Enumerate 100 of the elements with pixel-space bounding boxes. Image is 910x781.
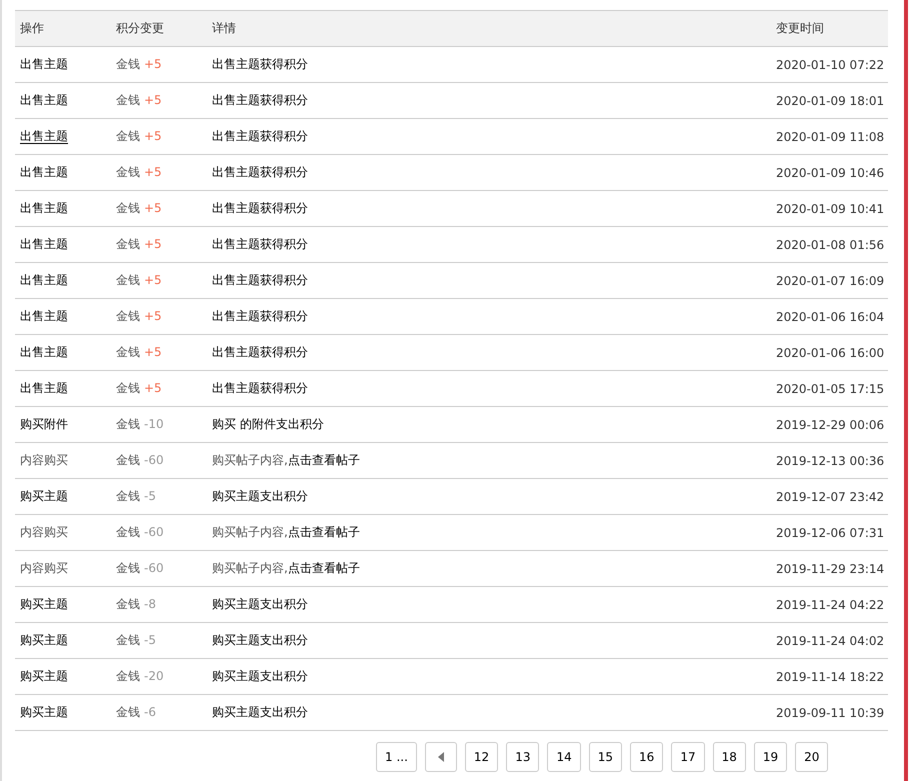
change-time: 2019-12-06 07:31 [776, 526, 884, 540]
detail-text: 购买主题支出积分 [212, 633, 308, 647]
change-time: 2020-01-09 18:01 [776, 94, 884, 108]
detail-text: 购买主题支出积分 [212, 489, 308, 503]
amount-change: -60 [144, 561, 164, 575]
amount-change: -60 [144, 525, 164, 539]
page-button[interactable]: 12 [464, 742, 498, 772]
amount-change: +5 [144, 345, 162, 359]
amount-change: -20 [144, 669, 164, 683]
change-time: 2020-01-10 07:22 [776, 58, 884, 72]
detail-text: 出售主题获得积分 [212, 345, 308, 359]
change-time: 2020-01-06 16:00 [776, 346, 884, 360]
currency-name: 金钱 [116, 129, 140, 143]
change-time: 2020-01-05 17:15 [776, 382, 884, 396]
detail-text: 出售主题获得积分 [212, 129, 308, 143]
column-header: 详情 [211, 20, 237, 37]
detail-text: 出售主题获得积分 [212, 165, 308, 179]
action-link[interactable]: 购买主题 [20, 669, 68, 683]
amount-change: +5 [144, 237, 162, 251]
action-link[interactable]: 出售主题 [20, 93, 68, 107]
change-time: 2020-01-08 01:56 [776, 238, 884, 252]
page-button[interactable]: 15 [588, 742, 622, 772]
detail-text: 出售主题获得积分 [212, 381, 308, 395]
amount-change: -10 [144, 417, 164, 431]
detail-text: 购买帖子内容, [212, 453, 288, 467]
currency-name: 金钱 [116, 165, 140, 179]
change-time: 2020-01-07 16:09 [776, 274, 884, 288]
currency-name: 金钱 [116, 273, 140, 287]
view-post-link[interactable]: 点击查看帖子 [288, 561, 360, 575]
amount-change: -5 [144, 489, 156, 503]
change-time: 2019-12-07 23:42 [776, 490, 884, 504]
amount-change: +5 [144, 165, 162, 179]
detail-text: 购买帖子内容, [212, 525, 288, 539]
action-text: 内容购买 [20, 525, 68, 539]
column-header: 变更时间 [775, 20, 825, 37]
detail-text: 出售主题获得积分 [212, 237, 308, 251]
currency-name: 金钱 [116, 453, 140, 467]
amount-change: +5 [144, 57, 162, 71]
action-link[interactable]: 出售主题 [20, 201, 68, 215]
detail-text: 出售主题获得积分 [212, 93, 308, 107]
detail-text: 购买主题支出积分 [212, 705, 308, 719]
action-link[interactable]: 购买主题 [20, 597, 68, 611]
page-button[interactable]: 19 [754, 742, 788, 772]
action-link[interactable]: 购买附件 [20, 417, 68, 431]
amount-change: -6 [144, 705, 156, 719]
column-header: 操作 [19, 20, 45, 37]
change-time: 2019-12-29 00:06 [776, 418, 884, 432]
action-link[interactable]: 购买主题 [20, 633, 68, 647]
currency-name: 金钱 [116, 57, 140, 71]
currency-name: 金钱 [116, 309, 140, 323]
change-time: 2019-11-24 04:22 [776, 598, 884, 612]
view-post-link[interactable]: 点击查看帖子 [288, 453, 360, 467]
detail-text: 购买主题支出积分 [212, 597, 308, 611]
detail-text: 购买 的附件支出积分 [212, 417, 324, 431]
column-header: 积分变更 [115, 20, 165, 37]
caret-left-icon [438, 752, 444, 762]
view-post-link[interactable]: 点击查看帖子 [288, 525, 360, 539]
action-text: 内容购买 [20, 561, 68, 575]
amount-change: -5 [144, 633, 156, 647]
currency-name: 金钱 [116, 597, 140, 611]
page-button[interactable]: 16 [630, 742, 664, 772]
currency-name: 金钱 [116, 417, 140, 431]
action-link[interactable]: 出售主题 [20, 237, 68, 251]
amount-change: +5 [144, 309, 162, 323]
action-link[interactable]: 出售主题 [20, 309, 68, 323]
page-button[interactable]: 13 [506, 742, 540, 772]
change-time: 2019-09-11 10:39 [776, 706, 884, 720]
first-page-button[interactable]: 1 ... [376, 742, 417, 772]
change-time: 2019-12-13 00:36 [776, 454, 884, 468]
detail-text: 购买主题支出积分 [212, 669, 308, 683]
currency-name: 金钱 [116, 201, 140, 215]
action-link[interactable]: 出售主题 [20, 381, 68, 395]
currency-name: 金钱 [116, 561, 140, 575]
action-link[interactable]: 购买主题 [20, 489, 68, 503]
page-button[interactable]: 20 [795, 742, 828, 772]
action-text: 内容购买 [20, 453, 68, 467]
amount-change: +5 [144, 93, 162, 107]
action-link[interactable]: 出售主题 [20, 345, 68, 359]
detail-text: 出售主题获得积分 [212, 57, 308, 71]
currency-name: 金钱 [116, 489, 140, 503]
currency-name: 金钱 [116, 381, 140, 395]
action-link[interactable]: 出售主题 [20, 129, 68, 144]
detail-text: 出售主题获得积分 [212, 201, 308, 215]
currency-name: 金钱 [116, 93, 140, 107]
page-button[interactable]: 17 [671, 742, 705, 772]
action-link[interactable]: 出售主题 [20, 165, 68, 179]
page-button[interactable]: 18 [712, 742, 746, 772]
change-time: 2019-11-24 04:02 [776, 634, 884, 648]
detail-text: 出售主题获得积分 [212, 273, 308, 287]
page-button[interactable]: 14 [547, 742, 581, 772]
change-time: 2020-01-06 16:04 [776, 310, 884, 324]
change-time: 2020-01-09 11:08 [776, 130, 884, 144]
action-link[interactable]: 出售主题 [20, 273, 68, 287]
action-link[interactable]: 购买主题 [20, 705, 68, 719]
amount-change: +5 [144, 129, 162, 143]
change-time: 2020-01-09 10:41 [776, 202, 884, 216]
action-link[interactable]: 出售主题 [20, 57, 68, 71]
previous-page-button[interactable] [424, 742, 457, 772]
detail-text: 出售主题获得积分 [212, 309, 308, 323]
detail-text: 购买帖子内容, [212, 561, 288, 575]
